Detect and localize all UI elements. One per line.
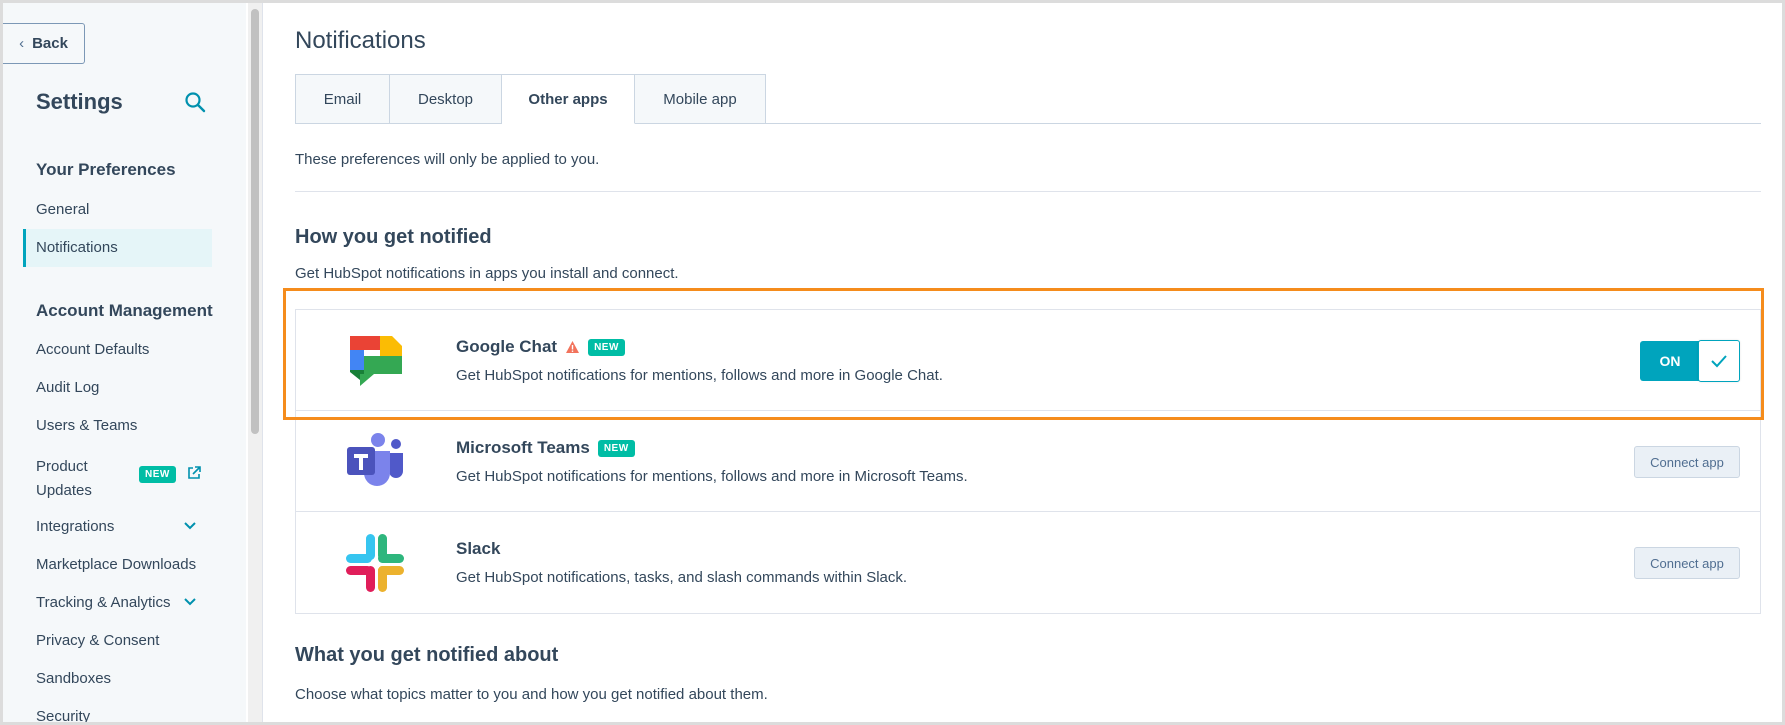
external-link-icon[interactable]	[187, 466, 201, 480]
new-badge: NEW	[139, 466, 176, 483]
chevron-down-icon[interactable]	[183, 597, 197, 607]
section-heading-account: Account Management	[36, 301, 213, 320]
app-name: Slack	[456, 539, 500, 559]
page-title: Notifications	[295, 27, 426, 54]
sidebar-item-sandboxes[interactable]: Sandboxes	[36, 670, 111, 687]
microsoft-teams-name: Microsoft Teams	[456, 438, 590, 457]
apps-list: Google Chat NEW Get HubSpot notification…	[295, 309, 1761, 614]
app-description: Get HubSpot notifications for mentions, …	[456, 367, 943, 384]
notification-tabs: Email Desktop Other apps Mobile app	[295, 74, 766, 124]
app-name: Microsoft Teams NEW	[456, 438, 635, 458]
toggle-on-label: ON	[1640, 341, 1700, 381]
slack-name: Slack	[456, 539, 501, 558]
new-badge: NEW	[588, 338, 625, 356]
sidebar-divider	[262, 3, 263, 722]
preferences-note: These preferences will only be applied t…	[295, 151, 600, 168]
divider	[295, 191, 1761, 192]
app-description: Get HubSpot notifications, tasks, and sl…	[456, 569, 908, 586]
sidebar-item-account-defaults[interactable]: Account Defaults	[36, 341, 149, 358]
new-badge: NEW	[597, 439, 635, 457]
app-row-slack: Slack Get HubSpot notifications, tasks, …	[296, 512, 1760, 613]
sidebar-item-security[interactable]: Security	[36, 708, 90, 722]
tab-email[interactable]: Email	[295, 74, 390, 124]
sidebar-item-users-teams[interactable]: Users & Teams	[36, 417, 137, 434]
sidebar-item-marketplace-downloads[interactable]: Marketplace Downloads	[36, 556, 196, 573]
sidebar-item-general[interactable]: General	[36, 201, 89, 218]
sidebar-item-product-updates[interactable]: Product Updates	[36, 455, 92, 503]
search-icon[interactable]	[184, 91, 206, 113]
product-updates-line1: Product	[36, 458, 88, 475]
what-notified-heading: What you get notified about	[295, 644, 559, 666]
sidebar-item-integrations[interactable]: Integrations	[36, 518, 114, 535]
tab-desktop[interactable]: Desktop	[390, 74, 502, 124]
app-name: Google Chat NEW	[456, 337, 625, 357]
connect-app-button[interactable]: Connect app	[1634, 547, 1740, 579]
product-updates-line2: Updates	[36, 482, 92, 499]
connect-app-button[interactable]: Connect app	[1634, 446, 1740, 478]
tab-mobile-app[interactable]: Mobile app	[635, 74, 766, 124]
app-row-google-chat: Google Chat NEW Get HubSpot notification…	[296, 310, 1760, 411]
slack-icon	[346, 534, 404, 592]
google-chat-icon	[350, 336, 402, 386]
what-notified-subtext: Choose what topics matter to you and how…	[295, 686, 768, 703]
back-button-label: Back	[32, 35, 68, 52]
back-button[interactable]: ‹ Back	[3, 23, 85, 64]
sidebar-item-tracking-analytics[interactable]: Tracking & Analytics	[36, 594, 171, 611]
check-icon	[1698, 340, 1740, 382]
section-heading-preferences: Your Preferences	[36, 160, 176, 179]
settings-title: Settings	[36, 89, 123, 114]
chevron-left-icon: ‹	[19, 35, 25, 52]
settings-sidebar: ‹ Back Settings Your Preferences General…	[3, 3, 246, 722]
google-chat-name: Google Chat	[456, 337, 558, 356]
tab-other-apps[interactable]: Other apps	[502, 74, 635, 124]
how-notified-subtext: Get HubSpot notifications in apps you in…	[295, 265, 679, 282]
microsoft-teams-icon	[347, 433, 403, 486]
warning-icon	[566, 341, 580, 353]
sidebar-item-notifications[interactable]: Notifications	[36, 239, 118, 256]
tabs-underline	[765, 123, 1761, 124]
sidebar-item-audit-log[interactable]: Audit Log	[36, 379, 99, 396]
how-notified-heading: How you get notified	[295, 226, 492, 248]
sidebar-scrollbar[interactable]	[248, 3, 262, 722]
app-description: Get HubSpot notifications for mentions, …	[456, 468, 968, 485]
scrollbar-thumb[interactable]	[251, 9, 259, 434]
sidebar-item-privacy-consent[interactable]: Privacy & Consent	[36, 632, 159, 649]
chevron-down-icon[interactable]	[183, 521, 197, 531]
app-row-microsoft-teams: Microsoft Teams NEW Get HubSpot notifica…	[296, 411, 1760, 512]
google-chat-toggle[interactable]: ON	[1640, 340, 1742, 382]
app-frame: ‹ Back Settings Your Preferences General…	[0, 0, 1785, 725]
